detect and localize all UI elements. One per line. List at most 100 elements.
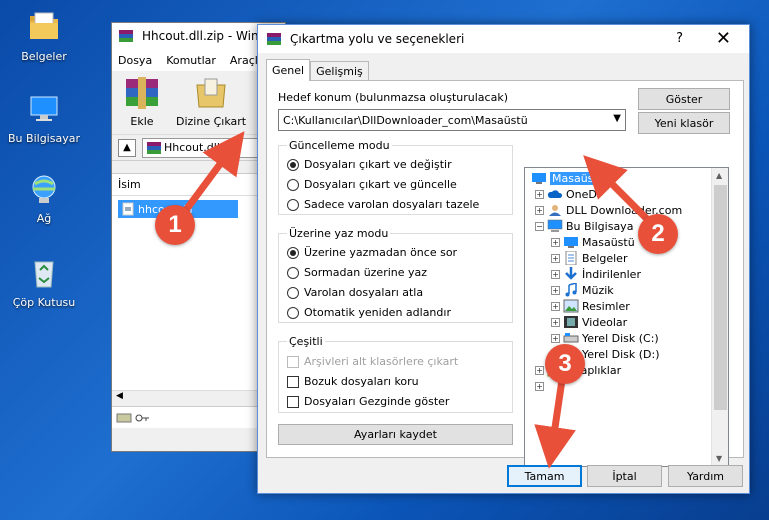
update-mode-option-update[interactable]: Dosyaları çıkart ve güncelle [287,178,457,191]
computer-icon [547,219,563,232]
desktop-icon-recycle-bin[interactable]: Çöp Kutusu [4,256,84,309]
dialog-title: Çıkartma yolu ve seçenekleri [290,32,465,46]
overwrite-option-no-ask[interactable]: Sormadan üzerine yaz [287,266,427,279]
desktop-icon-documents[interactable]: Belgeler [4,10,84,63]
option-label: Sormadan üzerine yaz [304,266,428,279]
add-archive-icon [126,77,158,109]
radio-button[interactable] [287,266,299,279]
music-note-icon [565,283,577,297]
tree-node-this-pc[interactable]: − Bu Bilgisaya [535,218,633,234]
network-icon [32,175,56,203]
winrar-title: Hhcout.dll.zip - WinR [142,29,267,43]
option-label: Arşivleri alt klasörlere çıkart [304,355,459,368]
desktop-icon-network[interactable]: Ağ [4,172,84,225]
save-settings-button[interactable]: Ayarları kaydet [278,424,513,445]
desktop-icon [564,237,578,248]
new-folder-button[interactable]: Yeni klasör [638,112,730,134]
recycle-bin-icon [34,261,54,288]
menu-item-file[interactable]: Dosya [118,54,152,67]
tree-node-pictures[interactable]: + Resimler [551,298,630,314]
chevron-down-icon[interactable]: ▼ [613,113,621,124]
tree-node-label: Müzik [582,283,614,297]
overwrite-option-ask[interactable]: Üzerine yazmadan önce sor [287,246,457,259]
overwrite-option-skip[interactable]: Varolan dosyaları atla [287,286,423,299]
option-label: Otomatik yeniden adlandır [304,306,451,319]
computer-icon [30,96,58,121]
tree-node-videos[interactable]: + Videolar [551,314,627,330]
folder-tree[interactable]: Masaüstü + OneD + DLL Downloader.com − B… [524,167,729,467]
dialog-title-bar[interactable]: Çıkartma yolu ve seçenekleri ? ✕ [258,25,749,53]
option-label: Dosyaları çıkart ve güncelle [304,178,457,191]
help-title-button[interactable]: ? [676,31,683,46]
expand-icon[interactable]: + [535,381,544,391]
scrollbar-thumb[interactable] [714,185,727,410]
desktop-icon-computer[interactable]: Bu Bilgisayar [4,92,84,145]
scroll-down-icon[interactable]: ▼ [716,454,722,463]
expand-icon[interactable]: + [535,189,544,199]
expand-icon[interactable]: + [551,301,560,311]
update-mode-option-replace[interactable]: Dosyaları çıkart ve değiştir [287,158,452,171]
tree-node-label: Yerel Disk (D:) [582,347,660,361]
tree-vertical-scrollbar[interactable]: ▲ ▼ [711,168,728,466]
expand-icon[interactable]: + [551,253,560,263]
destination-label: Hedef konum (bulunmazsa oluşturulacak) [278,91,508,104]
document-icon [565,251,577,265]
add-button[interactable]: Ekle [122,71,162,134]
tree-node-downloads[interactable]: + İndirilenler [551,266,641,282]
destination-path-value: C:\Kullanıcılar\DllDownloader_com\Masaüs… [283,113,528,127]
expand-icon[interactable]: + [551,317,560,327]
cancel-button[interactable]: İptal [587,465,662,487]
misc-group: Çeşitli Arşivleri alt klasörlere çıkart … [278,335,513,413]
ok-button[interactable]: Tamam [507,465,582,487]
expand-icon[interactable]: + [551,333,560,343]
update-mode-option-refresh[interactable]: Sadece varolan dosyaları tazele [287,198,479,211]
destination-path-input[interactable]: C:\Kullanıcılar\DllDownloader_com\Masaüs… [278,109,626,131]
misc-option-show-in-explorer[interactable]: Dosyaları Gezginde göster [287,395,449,408]
checkbox[interactable] [287,395,299,408]
tree-node-label: Masaüstü [550,171,607,185]
tab-advanced[interactable]: Gelişmiş [310,61,369,81]
overwrite-mode-group: Üzerine yaz modu Üzerine yazmadan önce s… [278,227,513,323]
show-button[interactable]: Göster [638,88,730,110]
misc-option-keep-broken[interactable]: Bozuk dosyaları koru [287,375,419,388]
tree-node-desktop[interactable]: Masaüstü [531,170,607,186]
radio-button[interactable] [287,158,299,171]
tree-node-label: Bu Bilgisaya [566,219,634,233]
radio-button[interactable] [287,306,299,319]
collapse-icon[interactable]: − [535,221,544,231]
option-label: Dosyaları Gezginde göster [304,395,450,408]
tab-general[interactable]: Genel [266,59,311,81]
radio-button[interactable] [287,198,299,211]
radio-button[interactable] [287,246,299,259]
update-mode-title: Güncelleme modu [287,139,392,152]
close-button[interactable]: ✕ [716,28,731,49]
scroll-up-icon[interactable]: ▲ [716,171,722,180]
expand-icon[interactable]: + [551,269,560,279]
tree-node-documents[interactable]: + Belgeler [551,250,627,266]
misc-title: Çeşitli [287,335,325,348]
up-folder-button[interactable]: ▲ [118,138,136,157]
radio-button[interactable] [287,178,299,191]
help-button[interactable]: Yardım [668,465,743,487]
menu-item-commands[interactable]: Komutlar [166,54,216,67]
add-button-label: Ekle [130,115,154,128]
expand-icon[interactable]: + [535,365,544,375]
tree-node-pc-desktop[interactable]: + Masaüstü [551,234,635,250]
cloud-icon [547,190,563,198]
tree-node-label: Yerel Disk (C:) [582,331,659,345]
tree-node-extra[interactable]: + [535,378,544,394]
radio-button[interactable] [287,286,299,299]
tree-node-label: İndirilenler [582,267,641,281]
general-tab-panel: Hedef konum (bulunmazsa oluşturulacak) C… [266,80,744,467]
checkbox[interactable] [287,375,299,388]
overwrite-option-rename[interactable]: Otomatik yeniden adlandır [287,306,451,319]
expand-icon[interactable]: + [535,205,544,215]
user-folder-icon [549,205,561,216]
extract-to-button[interactable]: Dizine Çıkart [176,71,246,134]
download-arrow-icon [565,267,577,280]
expand-icon[interactable]: + [551,237,560,247]
dialog-tabs: Genel Gelişmiş [266,59,369,81]
expand-icon[interactable]: + [551,285,560,295]
tree-node-onedrive[interactable]: + OneD [535,186,597,202]
tree-node-music[interactable]: + Müzik [551,282,614,298]
